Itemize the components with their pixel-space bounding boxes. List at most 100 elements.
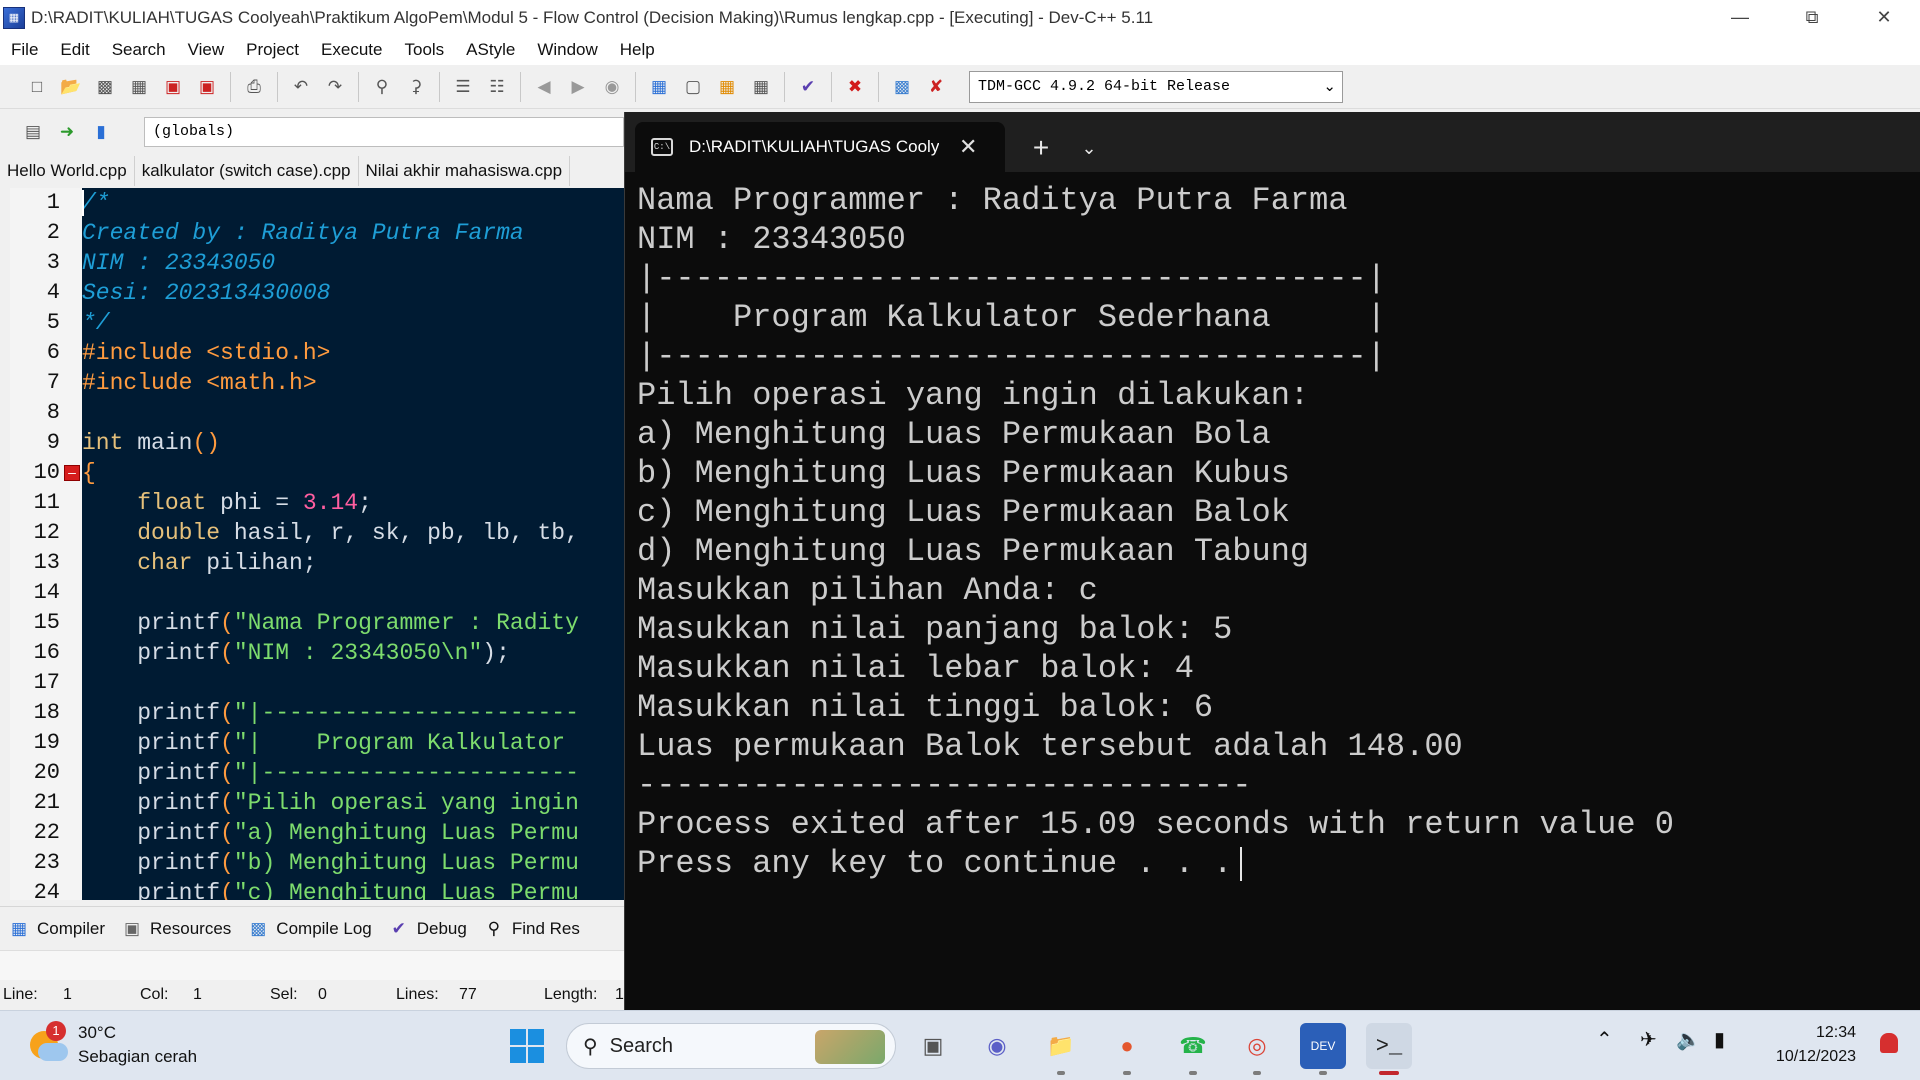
start-button[interactable] (504, 1023, 550, 1069)
code-area[interactable]: /* Created by : Raditya Putra Farma NIM : … (82, 188, 630, 900)
notification-bell-icon[interactable] (1880, 1033, 1898, 1053)
profile-chart-icon[interactable]: ▩ (889, 74, 915, 100)
tab-find-results[interactable]: ⚲ Find Res (475, 911, 588, 947)
toolbar-separator (277, 71, 278, 102)
insert-icon[interactable]: ▤ (20, 119, 46, 145)
tab-hello-world[interactable]: Hello World.cpp (0, 156, 135, 186)
close-icon[interactable]: ✕ (1848, 0, 1920, 35)
code-token: */ (82, 310, 110, 336)
devcpp-taskbar-icon[interactable]: DEV (1300, 1023, 1346, 1075)
close-all-icon[interactable]: ▣ (194, 74, 220, 100)
code-line: #include <stdio.h> (82, 338, 330, 368)
menu-search[interactable]: Search (101, 40, 177, 60)
taskbar-search[interactable]: ⚲ Search (566, 1023, 896, 1069)
line-number: 11 (33, 490, 60, 515)
compiler-select[interactable]: TDM-GCC 4.9.2 64-bit Release ⌄ (969, 70, 1343, 103)
tab-resources[interactable]: ▣ Resources (113, 911, 239, 947)
terminal-line-text: |-------------------------------------| (637, 260, 1386, 297)
windows-logo-icon (510, 1029, 544, 1063)
console-icon: C:\ (651, 138, 673, 156)
menu-project[interactable]: Project (235, 40, 310, 60)
menu-execute[interactable]: Execute (310, 40, 393, 60)
save-all-icon[interactable]: ▦ (126, 74, 152, 100)
restore-icon[interactable]: ⧉ (1776, 0, 1848, 35)
battery-icon[interactable]: ▮ (1714, 1027, 1725, 1052)
tab-debug[interactable]: ✔ Debug (380, 911, 475, 947)
unindent-icon[interactable]: ☷ (484, 74, 510, 100)
line-number: 6 (46, 340, 60, 365)
tab-kalkulator[interactable]: kalkulator (switch case).cpp (135, 156, 359, 186)
clock-date: 10/12/2023 (1775, 1048, 1856, 1065)
window-title: D:\RADIT\KULIAH\TUGAS Coolyeah\Praktikum… (31, 7, 1154, 27)
volume-icon[interactable]: 🔈 (1676, 1027, 1701, 1052)
code-line: char pilihan; (82, 548, 317, 578)
compile-run-icon[interactable]: ▦ (714, 74, 740, 100)
code-editor[interactable]: 1 2 3 4 5 6 7 8 9 10 11 12 13 14 15 16 17 18 19 20 21 22 23 24–… (10, 188, 630, 900)
fold-collapse-icon[interactable]: – (64, 465, 80, 481)
menu-file[interactable]: File (0, 40, 49, 60)
bookmark-icon[interactable]: ▮ (88, 119, 114, 145)
bookmark-next-icon[interactable]: ▶ (565, 74, 591, 100)
redo-icon[interactable]: ↷ (322, 74, 348, 100)
code-line: printf("c) Menghitung Luas Permu (82, 878, 579, 900)
terminal-line-text: NIM : 23343050 (637, 221, 906, 258)
undo-icon[interactable]: ↶ (288, 74, 314, 100)
indent-icon[interactable]: ☰ (450, 74, 476, 100)
line-number: 2 (46, 220, 60, 245)
terminal-taskbar-icon[interactable]: >_ (1366, 1023, 1412, 1075)
run-icon[interactable]: ▢ (680, 74, 706, 100)
compile-icon[interactable]: ▦ (646, 74, 672, 100)
code-line: */ (82, 308, 110, 338)
weather-widget[interactable]: 1 30°C Sebagian cerah (28, 1021, 197, 1069)
goto-icon[interactable]: ➜ (54, 119, 80, 145)
line-number: 17 (33, 670, 60, 695)
close-file-icon[interactable]: ▣ (160, 74, 186, 100)
bookmark-prev-icon[interactable]: ◀ (531, 74, 557, 100)
chrome-icon[interactable]: ◎ (1234, 1023, 1280, 1075)
chevron-down-icon[interactable]: ⌄ (1071, 128, 1107, 168)
stop-execution-icon[interactable]: ✖ (842, 74, 868, 100)
tab-compiler[interactable]: ▦ Compiler (0, 911, 113, 947)
tab-compile-log[interactable]: ▩ Compile Log (239, 911, 379, 947)
system-clock[interactable]: 12:34 10/12/2023 (1776, 1021, 1856, 1069)
close-tab-icon[interactable]: ✕ (959, 134, 977, 160)
toolbar-separator (784, 71, 785, 102)
rebuild-icon[interactable]: ▦ (748, 74, 774, 100)
replace-icon[interactable]: ⚳ (403, 74, 429, 100)
code-token: pilihan; (192, 550, 317, 576)
syntax-check-icon[interactable]: ✔ (795, 74, 821, 100)
print-icon[interactable]: ⎙ (241, 74, 267, 100)
line-number: 18 (33, 700, 60, 725)
whatsapp-icon[interactable]: ☎ (1170, 1023, 1216, 1075)
comment-icon[interactable]: ◉ (599, 74, 625, 100)
menu-help[interactable]: Help (609, 40, 666, 60)
teams-chat-icon[interactable]: ◉ (974, 1023, 1020, 1069)
delete-profile-icon[interactable]: ✘ (923, 74, 949, 100)
code-line: NIM : 23343050 (82, 248, 275, 278)
menu-tools[interactable]: Tools (393, 40, 455, 60)
status-length-value: 1 (615, 986, 624, 1003)
code-token: #include <math.h> (82, 370, 317, 396)
find-icon[interactable]: ⚲ (369, 74, 395, 100)
menu-view[interactable]: View (177, 40, 236, 60)
terminal-output[interactable]: Nama Programmer : Raditya Putra Farma NIM… (637, 182, 1907, 1002)
devcpp-app-icon: ▦ (3, 6, 25, 29)
save-icon[interactable]: ▩ (92, 74, 118, 100)
terminal-window[interactable]: C:\ D:\RADIT\KULIAH\TUGAS Coolyeah ✕ + ⌄… (624, 112, 1920, 1010)
terminal-tab[interactable]: C:\ D:\RADIT\KULIAH\TUGAS Coolyeah ✕ (635, 122, 1005, 172)
terminal-cursor (1240, 846, 1243, 881)
menu-astyle[interactable]: AStyle (455, 40, 526, 60)
globals-select[interactable]: (globals) (144, 116, 624, 147)
new-file-icon[interactable]: □ (24, 74, 50, 100)
tab-nilai-akhir[interactable]: Nilai akhir mahasiswa.cpp (359, 156, 571, 186)
file-explorer-icon[interactable]: 📁 (1038, 1023, 1084, 1075)
new-tab-icon[interactable]: + (1021, 128, 1061, 168)
menu-edit[interactable]: Edit (49, 40, 100, 60)
minimize-icon[interactable]: — (1704, 0, 1776, 35)
firefox-icon[interactable]: ● (1104, 1023, 1150, 1075)
airplane-mode-icon[interactable]: ✈ (1640, 1027, 1657, 1052)
open-file-icon[interactable]: 📂 (58, 74, 84, 100)
task-view-icon[interactable]: ▣ (910, 1023, 956, 1069)
show-hidden-icons-icon[interactable]: ⌃ (1596, 1027, 1613, 1052)
menu-window[interactable]: Window (526, 40, 608, 60)
